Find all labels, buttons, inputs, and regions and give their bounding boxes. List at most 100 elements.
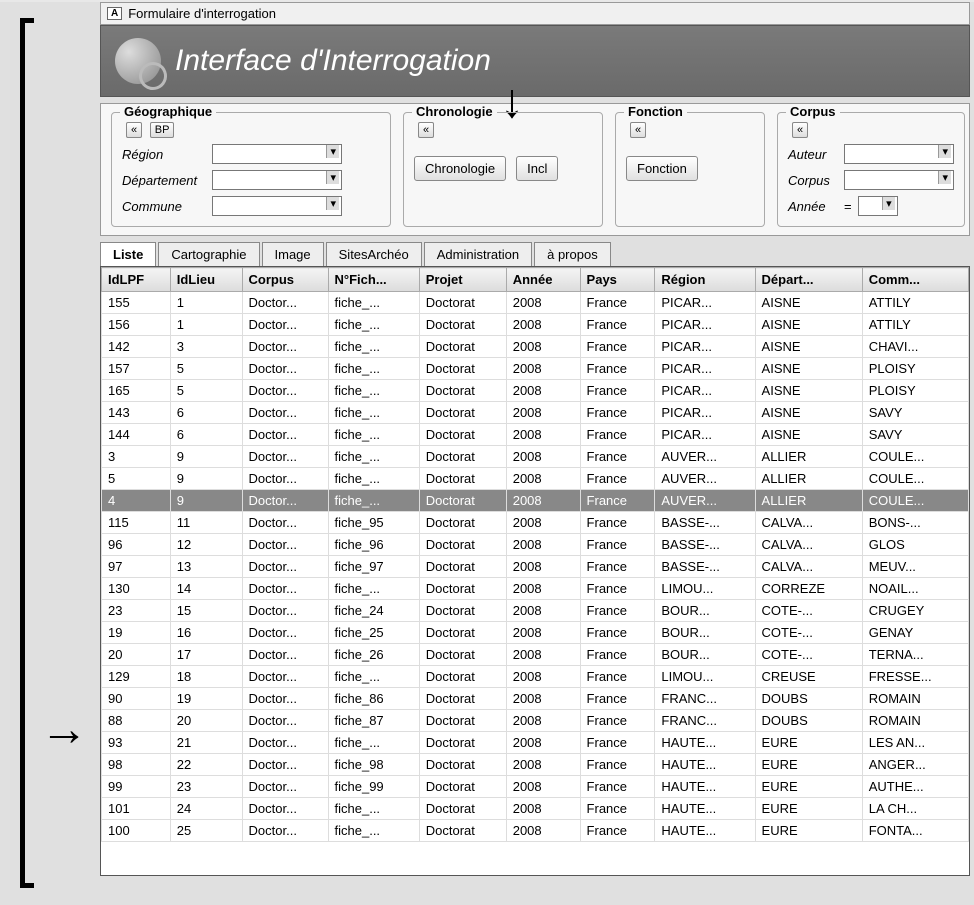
table-row[interactable]: 8820Doctor...fiche_87Doctorat2008FranceF… [102, 710, 969, 732]
col-header[interactable]: Région [655, 268, 755, 292]
tab-apropos[interactable]: à propos [534, 242, 611, 266]
cell-region: HAUTE... [655, 754, 755, 776]
commune-combo[interactable] [212, 196, 342, 216]
table-row[interactable]: 9612Doctor...fiche_96Doctorat2008FranceB… [102, 534, 969, 556]
cell-projet: Doctorat [419, 688, 506, 710]
table-row[interactable]: 10025Doctor...fiche_...Doctorat2008Franc… [102, 820, 969, 842]
cell-comm: LA CH... [862, 798, 968, 820]
cell-corpus: Doctor... [242, 424, 328, 446]
cell-projet: Doctorat [419, 534, 506, 556]
col-header[interactable]: N°Fich... [328, 268, 419, 292]
chrono-collapse-button[interactable]: « [418, 122, 434, 138]
table-row[interactable]: 11511Doctor...fiche_95Doctorat2008France… [102, 512, 969, 534]
cell-annee: 2008 [506, 424, 580, 446]
cell-annee: 2008 [506, 402, 580, 424]
table-row[interactable]: 12918Doctor...fiche_...Doctorat2008Franc… [102, 666, 969, 688]
table-row[interactable]: 59Doctor...fiche_...Doctorat2008FranceAU… [102, 468, 969, 490]
cell-annee: 2008 [506, 556, 580, 578]
tab-administration[interactable]: Administration [424, 242, 532, 266]
cell-pays: France [580, 644, 655, 666]
app-window: A Formulaire d'interrogation Interface d… [0, 2, 974, 905]
cell-corpus: Doctor... [242, 490, 328, 512]
table-row[interactable]: 9822Doctor...fiche_98Doctorat2008FranceH… [102, 754, 969, 776]
table-row[interactable]: 13014Doctor...fiche_...Doctorat2008Franc… [102, 578, 969, 600]
table-row[interactable]: 1655Doctor...fiche_...Doctorat2008France… [102, 380, 969, 402]
cell-region: PICAR... [655, 402, 755, 424]
cell-dept: ALLIER [755, 490, 862, 512]
cell-annee: 2008 [506, 600, 580, 622]
cell-corpus: Doctor... [242, 710, 328, 732]
cell-idlpf: 5 [102, 468, 171, 490]
table-row[interactable]: 9713Doctor...fiche_97Doctorat2008FranceB… [102, 556, 969, 578]
cell-comm: COULE... [862, 490, 968, 512]
cell-corpus: Doctor... [242, 512, 328, 534]
col-header[interactable]: Projet [419, 268, 506, 292]
col-header[interactable]: Corpus [242, 268, 328, 292]
cell-projet: Doctorat [419, 358, 506, 380]
table-row[interactable]: 2315Doctor...fiche_24Doctorat2008FranceB… [102, 600, 969, 622]
cell-projet: Doctorat [419, 490, 506, 512]
chronologie-button[interactable]: Chronologie [414, 156, 506, 181]
tab-image[interactable]: Image [262, 242, 324, 266]
table-row[interactable]: 9923Doctor...fiche_99Doctorat2008FranceH… [102, 776, 969, 798]
tab-liste[interactable]: Liste [100, 242, 156, 266]
tab-sitesarcheo[interactable]: SitesArchéo [326, 242, 422, 266]
table-row[interactable]: 1446Doctor...fiche_...Doctorat2008France… [102, 424, 969, 446]
auteur-combo[interactable] [844, 144, 954, 164]
table-row[interactable]: 1561Doctor...fiche_...Doctorat2008France… [102, 314, 969, 336]
cell-region: HAUTE... [655, 776, 755, 798]
cell-region: LIMOU... [655, 666, 755, 688]
departement-combo[interactable] [212, 170, 342, 190]
table-row[interactable]: 39Doctor...fiche_...Doctorat2008FranceAU… [102, 446, 969, 468]
cell-idlieu: 17 [170, 644, 242, 666]
table-row[interactable]: 1423Doctor...fiche_...Doctorat2008France… [102, 336, 969, 358]
cell-comm: COULE... [862, 446, 968, 468]
cell-pays: France [580, 776, 655, 798]
cell-annee: 2008 [506, 666, 580, 688]
col-header[interactable]: IdLPF [102, 268, 171, 292]
cell-region: FRANC... [655, 688, 755, 710]
table-row[interactable]: 1551Doctor...fiche_...Doctorat2008France… [102, 292, 969, 314]
fonction-collapse-button[interactable]: « [630, 122, 646, 138]
cell-projet: Doctorat [419, 820, 506, 842]
corpus-collapse-button[interactable]: « [792, 122, 808, 138]
globe-search-icon [115, 38, 161, 84]
cell-projet: Doctorat [419, 732, 506, 754]
table-row[interactable]: 9321Doctor...fiche_...Doctorat2008France… [102, 732, 969, 754]
region-combo[interactable] [212, 144, 342, 164]
window-title: Formulaire d'interrogation [128, 6, 276, 21]
cell-region: BOUR... [655, 622, 755, 644]
col-header[interactable]: Comm... [862, 268, 968, 292]
corpus-combo[interactable] [844, 170, 954, 190]
cell-region: PICAR... [655, 314, 755, 336]
results-grid[interactable]: IdLPFIdLieuCorpusN°Fich...ProjetAnnéePay… [100, 266, 970, 876]
col-header[interactable]: Pays [580, 268, 655, 292]
dept-label: Département [122, 173, 206, 188]
cell-idlpf: 129 [102, 666, 171, 688]
tab-cartographie[interactable]: Cartographie [158, 242, 259, 266]
cell-annee: 2008 [506, 468, 580, 490]
col-header[interactable]: IdLieu [170, 268, 242, 292]
geo-bp-button[interactable]: BP [150, 122, 175, 138]
results-table: IdLPFIdLieuCorpusN°Fich...ProjetAnnéePay… [101, 267, 969, 842]
cell-fiche: fiche_87 [328, 710, 419, 732]
cell-corpus: Doctor... [242, 622, 328, 644]
cell-pays: France [580, 820, 655, 842]
fonction-button[interactable]: Fonction [626, 156, 698, 181]
table-row[interactable]: 49Doctor...fiche_...Doctorat2008FranceAU… [102, 490, 969, 512]
table-row[interactable]: 9019Doctor...fiche_86Doctorat2008FranceF… [102, 688, 969, 710]
table-row[interactable]: 2017Doctor...fiche_26Doctorat2008FranceB… [102, 644, 969, 666]
table-row[interactable]: 1436Doctor...fiche_...Doctorat2008France… [102, 402, 969, 424]
col-header[interactable]: Année [506, 268, 580, 292]
table-row[interactable]: 1916Doctor...fiche_25Doctorat2008FranceB… [102, 622, 969, 644]
cell-idlpf: 97 [102, 556, 171, 578]
auteur-label: Auteur [788, 147, 838, 162]
cell-region: BOUR... [655, 644, 755, 666]
annee-combo[interactable] [858, 196, 898, 216]
table-row[interactable]: 10124Doctor...fiche_...Doctorat2008Franc… [102, 798, 969, 820]
incl-button[interactable]: Incl [516, 156, 558, 181]
cell-idlieu: 24 [170, 798, 242, 820]
col-header[interactable]: Départ... [755, 268, 862, 292]
geo-collapse-button[interactable]: « [126, 122, 142, 138]
table-row[interactable]: 1575Doctor...fiche_...Doctorat2008France… [102, 358, 969, 380]
